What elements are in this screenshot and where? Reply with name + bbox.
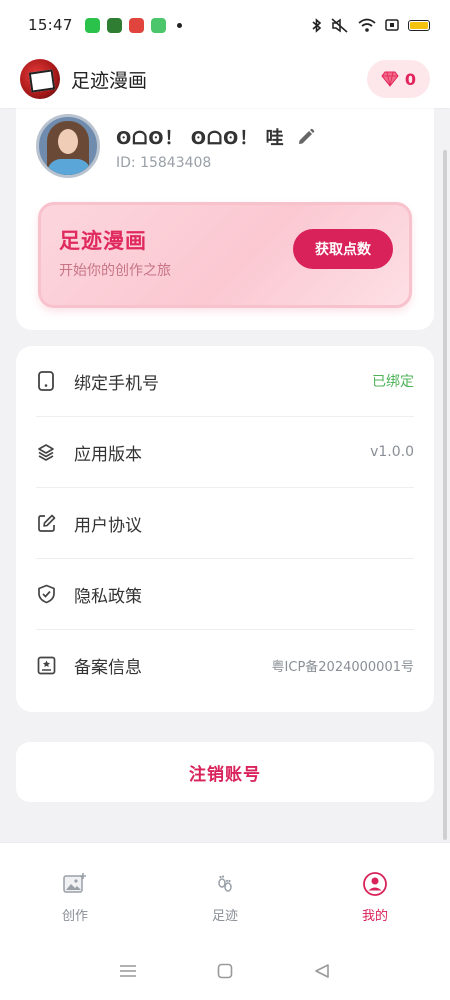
app-title: 足迹漫画	[71, 69, 148, 92]
setting-label: 隐私政策	[74, 586, 142, 607]
edit-document-icon	[36, 513, 56, 533]
nickname: ʘᗝʘ！ ʘᗝʘ！ 哇	[116, 128, 285, 149]
user-id: ID: 15843408	[116, 155, 212, 171]
status-bar: 15:47	[0, 0, 450, 50]
points-count: 0	[404, 69, 416, 89]
bluetooth-icon	[312, 17, 322, 33]
points-badge[interactable]: 0	[366, 60, 430, 98]
tab-label: 足迹	[211, 909, 238, 924]
banner-subtitle: 开始你的创作之旅	[59, 263, 171, 279]
setting-filing-info[interactable]: 备案信息 粤ICP备2024000001号	[36, 630, 414, 701]
battery-icon	[408, 19, 430, 31]
footprint-icon	[218, 875, 232, 892]
settings-list: 绑定手机号 已绑定 应用版本 v1.0.0 用户协议 隐私政策 备案信息 粤IC…	[16, 346, 434, 712]
nickname-row: ʘᗝʘ！ ʘᗝʘ！ 哇	[116, 124, 315, 150]
back-icon[interactable]	[311, 960, 333, 982]
setting-value: v1.0.0	[370, 444, 414, 460]
app-header: 足迹漫画 0	[0, 50, 450, 108]
wifi-icon	[358, 18, 376, 32]
setting-value: 粤ICP备2024000001号	[271, 660, 414, 675]
setting-privacy-policy[interactable]: 隐私政策	[36, 559, 414, 630]
get-points-button[interactable]: 获取点数	[293, 229, 393, 269]
tab-label: 我的	[361, 909, 388, 924]
mute-icon	[331, 17, 348, 33]
promo-banner: 足迹漫画 开始你的创作之旅 获取点数	[38, 202, 412, 308]
image-add-icon	[63, 873, 86, 893]
sim-icon	[385, 19, 399, 31]
setting-bind-phone[interactable]: 绑定手机号 已绑定	[36, 346, 414, 417]
deactivate-account-button[interactable]: 注销账号	[16, 742, 434, 802]
more-notifications-dot	[176, 22, 182, 28]
notification-app-icon	[150, 17, 166, 33]
shield-check-icon	[36, 584, 56, 604]
menu-icon[interactable]	[117, 960, 139, 982]
tab-footprint[interactable]: 足迹	[150, 843, 300, 942]
user-circle-icon	[363, 872, 387, 896]
setting-label: 应用版本	[74, 444, 142, 465]
video-app-icon	[128, 17, 144, 33]
tab-label: 创作	[61, 909, 88, 924]
system-nav-bar	[0, 942, 450, 1000]
setting-user-agreement[interactable]: 用户协议	[36, 488, 414, 559]
tab-mine[interactable]: 我的	[300, 843, 450, 942]
setting-value: 已绑定	[372, 374, 414, 390]
setting-label: 备案信息	[74, 658, 142, 678]
banner-title: 足迹漫画	[59, 229, 147, 253]
layers-icon	[36, 442, 56, 462]
status-time: 15:47	[28, 16, 73, 34]
certificate-icon	[36, 656, 56, 676]
bottom-tab-bar: 创作 足迹 我的	[0, 842, 450, 942]
gem-icon	[381, 71, 399, 87]
avatar[interactable]	[36, 114, 100, 178]
app-logo	[20, 59, 60, 99]
home-icon[interactable]	[214, 960, 236, 982]
pencil-icon[interactable]	[297, 128, 315, 146]
phone-icon	[36, 371, 56, 391]
profile-card: ʘᗝʘ！ ʘᗝʘ！ 哇 ID: 15843408 足迹漫画 开始你的创作之旅 获…	[16, 108, 434, 330]
setting-label: 用户协议	[74, 515, 142, 536]
notification-app-icon	[84, 17, 100, 33]
setting-label: 绑定手机号	[74, 373, 159, 394]
setting-app-version[interactable]: 应用版本 v1.0.0	[36, 417, 414, 488]
tab-create[interactable]: 创作	[0, 843, 150, 942]
scrollbar[interactable]	[443, 150, 447, 840]
notification-app-icon	[106, 17, 122, 33]
